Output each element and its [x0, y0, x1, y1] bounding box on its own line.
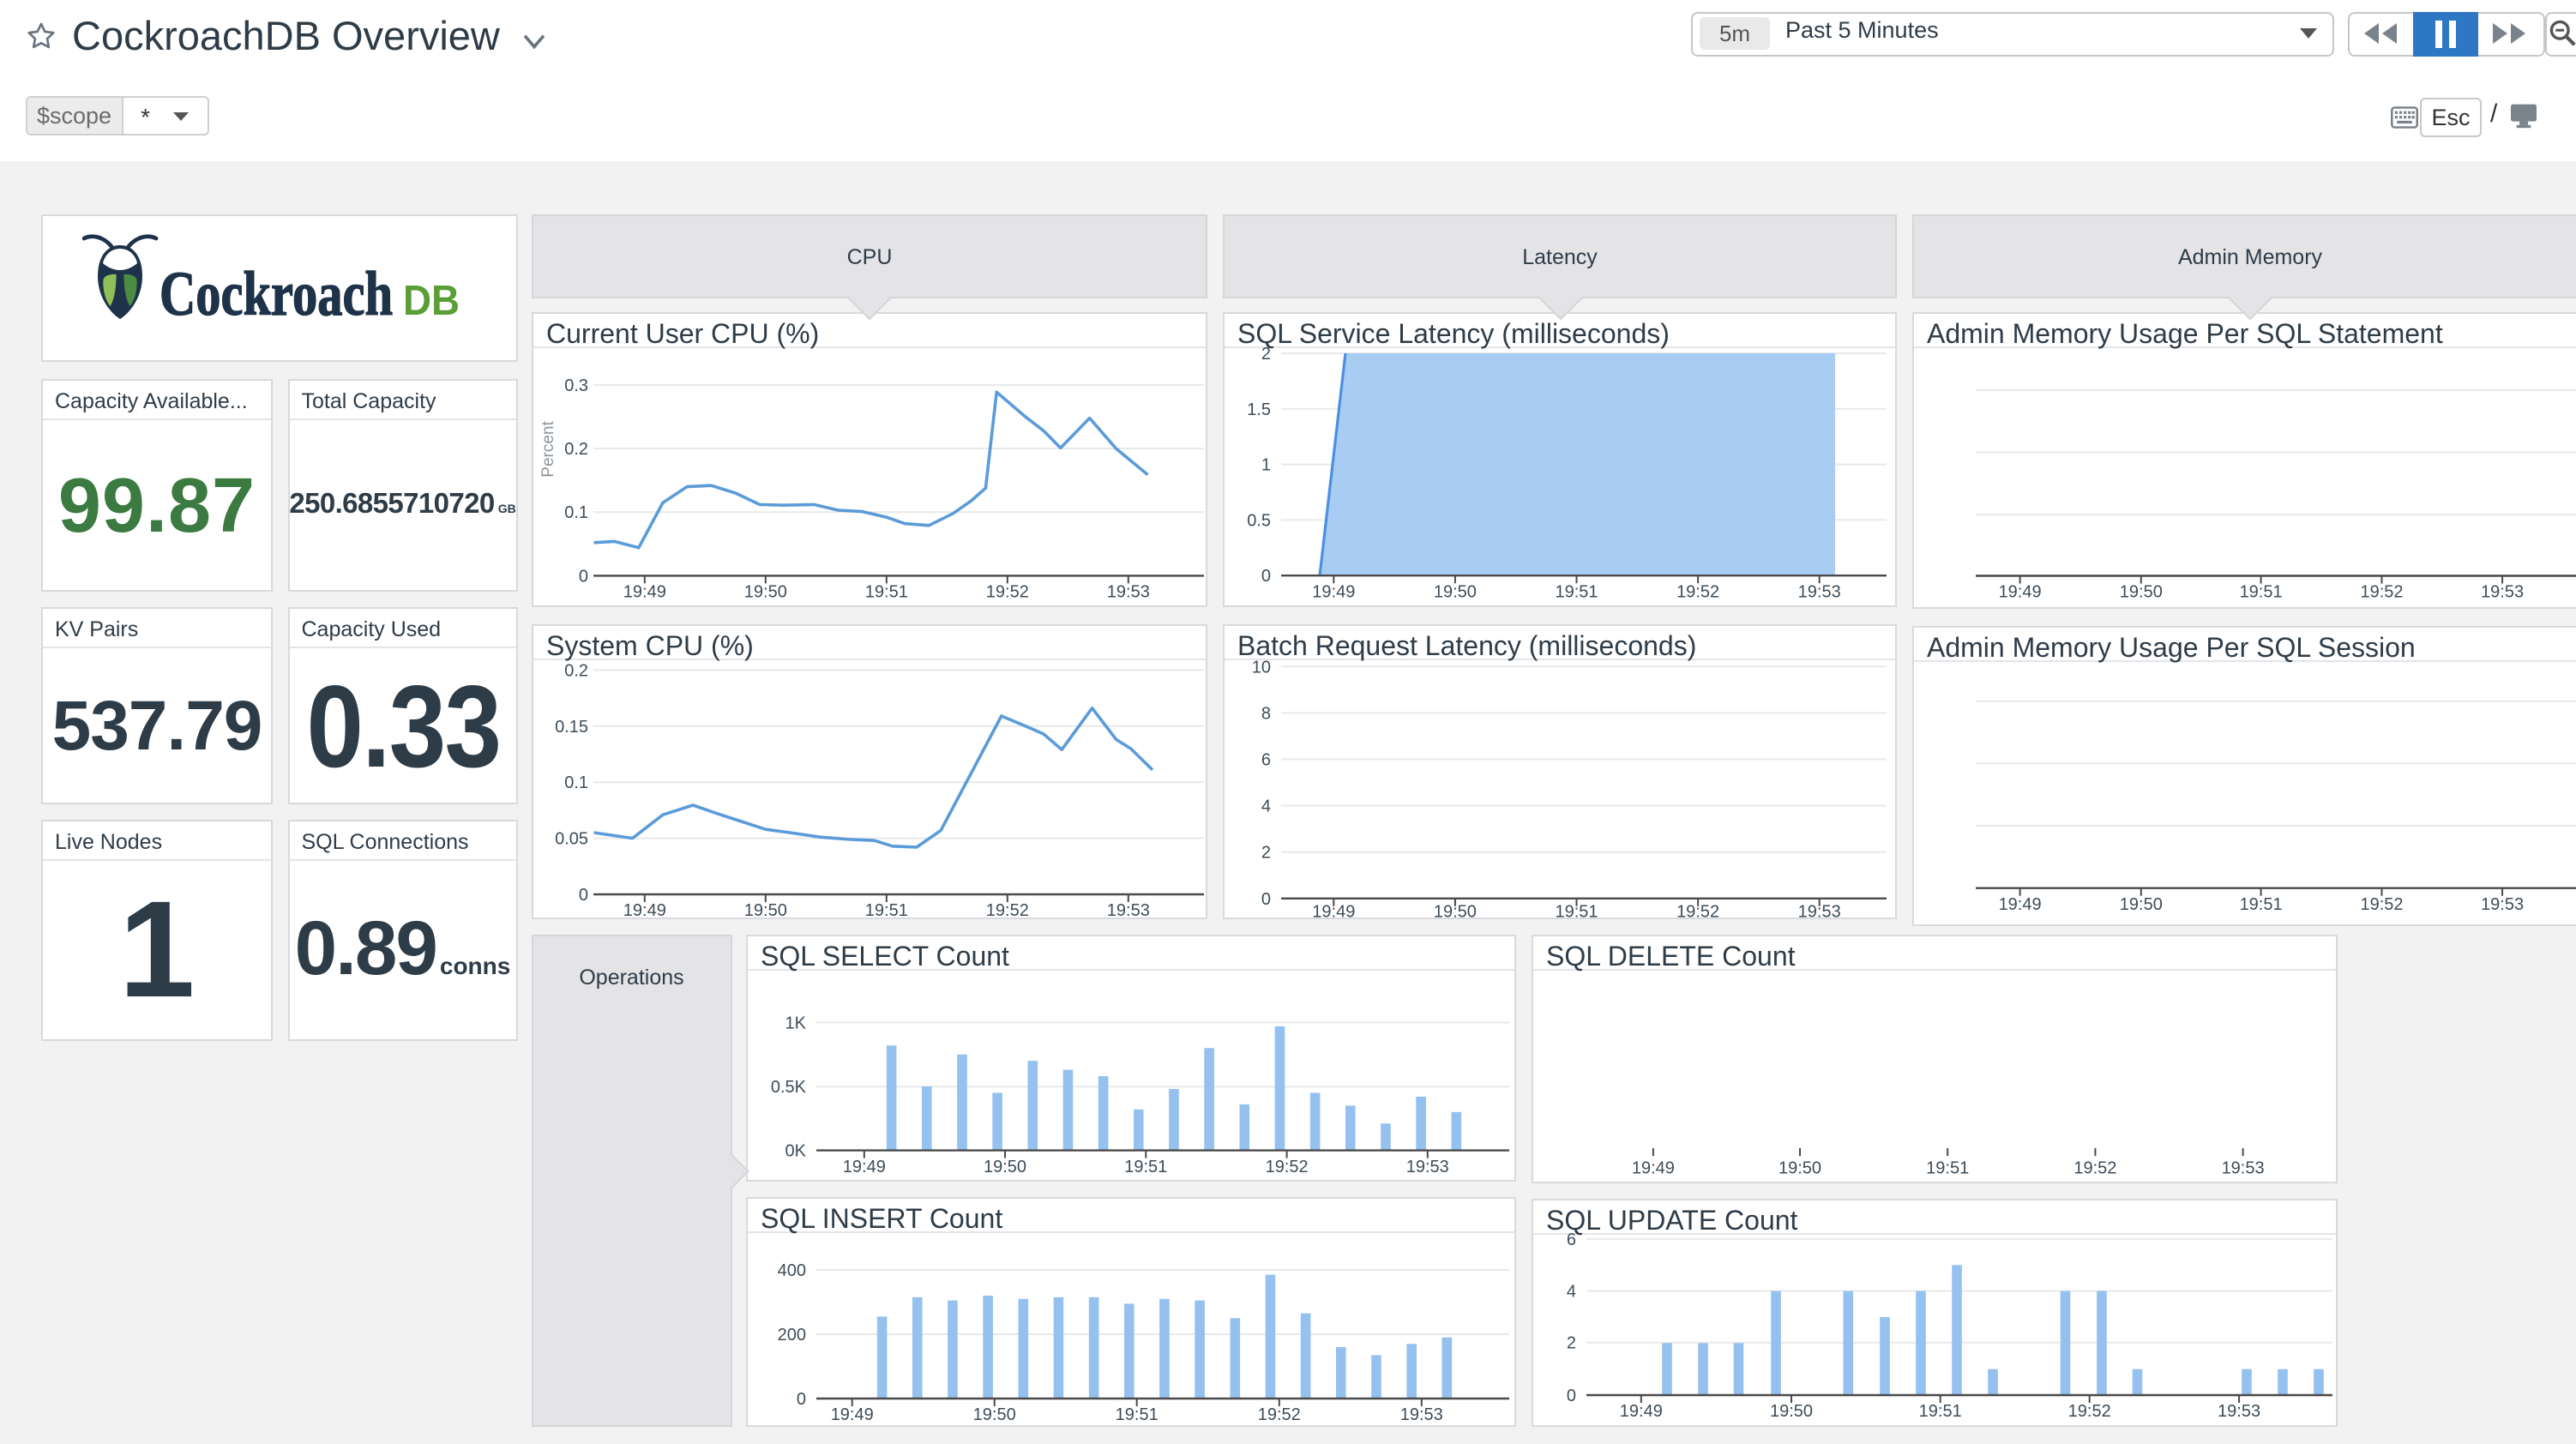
svg-text:19:52: 19:52 [2073, 1158, 2116, 1176]
svg-text:Percent: Percent [539, 421, 557, 478]
svg-text:19:51: 19:51 [1919, 1401, 1962, 1420]
svg-text:19:49: 19:49 [623, 901, 666, 917]
svg-text:19:51: 19:51 [2240, 583, 2283, 602]
svg-text:19:53: 19:53 [2218, 1401, 2260, 1420]
svg-text:19:52: 19:52 [2360, 583, 2403, 602]
svg-text:DB: DB [403, 278, 460, 324]
svg-text:19:49: 19:49 [1632, 1158, 1675, 1176]
svg-text:2: 2 [1261, 345, 1271, 364]
svg-text:19:49: 19:49 [1620, 1401, 1663, 1420]
svg-text:0.5K: 0.5K [771, 1077, 807, 1096]
svg-text:19:50: 19:50 [1770, 1401, 1813, 1420]
svg-text:19:53: 19:53 [1406, 1157, 1449, 1176]
svg-text:1.5: 1.5 [1247, 400, 1271, 419]
svg-text:6: 6 [1567, 1230, 1576, 1248]
svg-text:19:49: 19:49 [1312, 582, 1355, 601]
svg-text:19:52: 19:52 [2068, 1401, 2111, 1420]
svg-text:10: 10 [1252, 658, 1271, 677]
svg-text:19:51: 19:51 [1124, 1157, 1167, 1176]
svg-text:19:50: 19:50 [2120, 894, 2163, 913]
svg-text:0: 0 [1567, 1386, 1576, 1405]
svg-text:0: 0 [579, 886, 588, 905]
svg-text:19:50: 19:50 [1779, 1158, 1821, 1176]
svg-text:19:53: 19:53 [1400, 1405, 1443, 1424]
svg-text:0.05: 0.05 [555, 830, 588, 849]
svg-text:19:53: 19:53 [1107, 583, 1150, 602]
svg-text:0.1: 0.1 [564, 773, 588, 792]
svg-text:2: 2 [1567, 1333, 1576, 1352]
svg-text:0: 0 [1261, 890, 1271, 909]
svg-text:19:53: 19:53 [1107, 901, 1150, 917]
svg-text:0.2: 0.2 [564, 661, 588, 680]
svg-text:19:50: 19:50 [2120, 583, 2163, 602]
svg-text:19:50: 19:50 [984, 1157, 1026, 1176]
svg-text:200: 200 [778, 1326, 806, 1345]
svg-text:19:50: 19:50 [1434, 902, 1477, 917]
svg-text:0: 0 [1261, 567, 1271, 586]
svg-text:1K: 1K [785, 1013, 807, 1032]
svg-text:19:53: 19:53 [2481, 583, 2524, 602]
svg-text:19:50: 19:50 [973, 1405, 1016, 1424]
svg-text:19:52: 19:52 [1676, 902, 1719, 917]
svg-text:0K: 0K [785, 1141, 807, 1160]
svg-text:19:53: 19:53 [2481, 894, 2524, 913]
svg-text:19:53: 19:53 [2222, 1158, 2265, 1176]
svg-text:2: 2 [1261, 844, 1271, 863]
svg-text:0.15: 0.15 [555, 718, 588, 737]
svg-text:1: 1 [1261, 456, 1271, 475]
svg-text:19:51: 19:51 [2240, 894, 2283, 913]
svg-text:19:49: 19:49 [1999, 583, 2042, 602]
svg-text:19:50: 19:50 [1434, 582, 1477, 601]
svg-text:19:51: 19:51 [1555, 582, 1598, 601]
svg-text:19:49: 19:49 [623, 583, 666, 602]
svg-text:19:49: 19:49 [1312, 902, 1355, 917]
svg-text:19:52: 19:52 [986, 901, 1029, 917]
svg-text:19:51: 19:51 [1116, 1405, 1159, 1424]
svg-text:Cockroach: Cockroach [159, 259, 393, 328]
svg-text:19:52: 19:52 [986, 583, 1029, 602]
svg-text:0.2: 0.2 [564, 440, 588, 459]
svg-text:0.3: 0.3 [564, 376, 588, 395]
svg-text:4: 4 [1567, 1281, 1576, 1300]
svg-text:19:52: 19:52 [1258, 1405, 1301, 1424]
svg-text:19:53: 19:53 [1798, 582, 1841, 601]
svg-text:6: 6 [1261, 751, 1271, 770]
svg-text:19:52: 19:52 [1676, 582, 1719, 601]
svg-text:19:49: 19:49 [831, 1405, 874, 1424]
svg-text:8: 8 [1261, 704, 1271, 723]
svg-text:19:52: 19:52 [1266, 1157, 1309, 1176]
svg-text:400: 400 [778, 1261, 806, 1280]
svg-text:19:51: 19:51 [865, 901, 908, 917]
svg-text:19:52: 19:52 [2360, 894, 2403, 913]
svg-text:19:49: 19:49 [1999, 894, 2042, 913]
svg-text:0.5: 0.5 [1247, 511, 1271, 530]
svg-text:4: 4 [1261, 797, 1271, 816]
svg-text:19:51: 19:51 [1555, 902, 1598, 917]
svg-text:19:53: 19:53 [1798, 902, 1841, 917]
svg-text:0: 0 [797, 1390, 806, 1409]
svg-text:0: 0 [579, 567, 588, 586]
svg-text:19:50: 19:50 [744, 901, 787, 917]
svg-text:19:51: 19:51 [1926, 1158, 1969, 1176]
svg-text:0.1: 0.1 [564, 503, 588, 522]
svg-text:19:51: 19:51 [865, 583, 908, 602]
svg-text:19:50: 19:50 [744, 583, 787, 602]
svg-text:19:49: 19:49 [843, 1157, 886, 1176]
